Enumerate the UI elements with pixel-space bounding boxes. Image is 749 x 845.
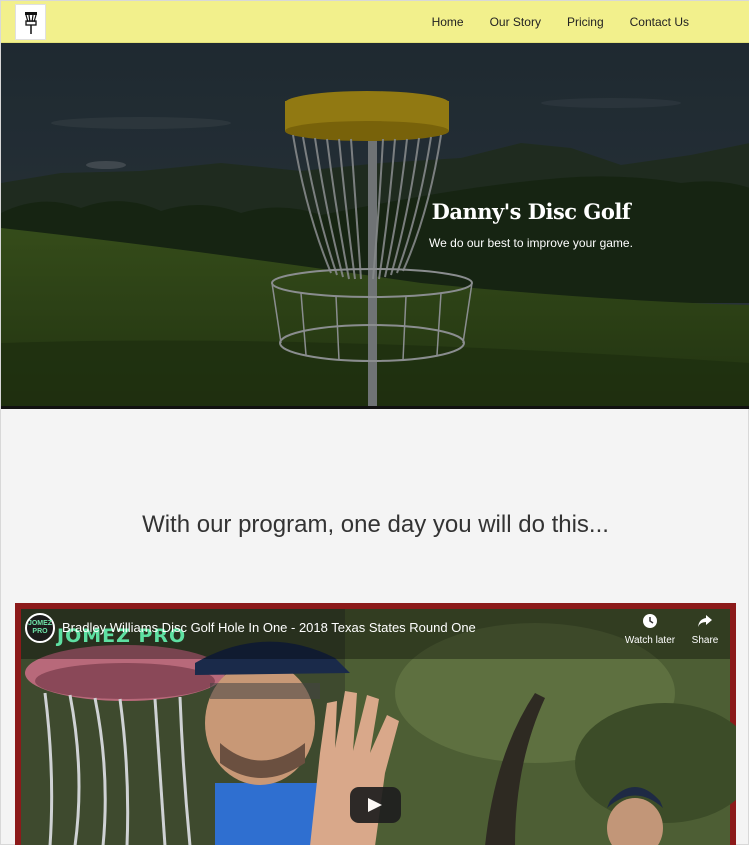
- play-button[interactable]: [350, 787, 401, 823]
- watch-later-button[interactable]: Watch later: [620, 613, 680, 646]
- top-navbar: Home Our Story Pricing Contact Us: [1, 1, 749, 43]
- hero-subtitle: We do our best to improve your game.: [429, 236, 633, 250]
- play-icon: [368, 798, 382, 812]
- hero-divider: [1, 406, 749, 409]
- disc-golf-basket-icon: [25, 12, 37, 34]
- watch-later-label: Watch later: [624, 635, 676, 646]
- nav-link-our-story[interactable]: Our Story: [477, 15, 554, 29]
- nav-links: Home Our Story Pricing Contact Us: [419, 1, 702, 43]
- hero-banner: Danny's Disc Golf We do our best to impr…: [1, 43, 749, 408]
- nav-link-contact-us[interactable]: Contact Us: [617, 15, 702, 29]
- share-icon: [698, 615, 712, 627]
- clock-icon: [643, 614, 657, 628]
- share-button[interactable]: Share: [675, 613, 735, 646]
- video-title[interactable]: Bradley Williams Disc Golf Hole In One -…: [62, 620, 476, 635]
- video-embed[interactable]: JOMEZ PRO JOMEZ PRO Bradley Williams Dis…: [15, 603, 736, 845]
- nav-link-pricing[interactable]: Pricing: [554, 15, 617, 29]
- nav-link-home[interactable]: Home: [419, 15, 477, 29]
- hero-title: Danny's Disc Golf: [431, 199, 631, 224]
- share-label: Share: [691, 635, 719, 646]
- section-heading: With our program, one day you will do th…: [142, 511, 609, 538]
- channel-avatar[interactable]: JOMEZ PRO: [25, 613, 55, 643]
- hero-text-block: Danny's Disc Golf We do our best to impr…: [421, 199, 641, 250]
- logo[interactable]: [15, 4, 46, 40]
